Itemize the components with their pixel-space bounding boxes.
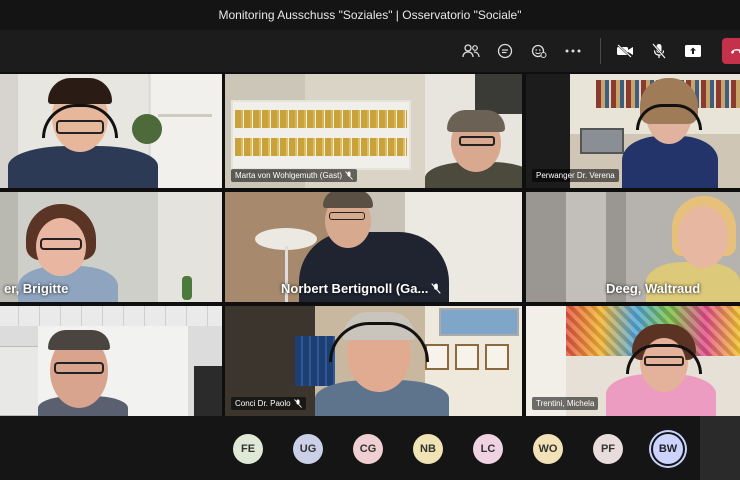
participant-name: Conci Dr. Paolo [231, 397, 306, 410]
more-icon[interactable] [562, 40, 584, 62]
video-grid: Marta von Wohlgemuth (Gast) Perwanger Dr… [0, 72, 740, 416]
roster-avatar-active[interactable]: BW [653, 434, 683, 464]
participant-name: Perwanger Dr. Verena [532, 169, 619, 182]
share-icon[interactable] [682, 40, 704, 62]
roster-avatar[interactable]: CG [353, 434, 383, 464]
title-bar: Monitoring Ausschuss "Soziales" | Osserv… [0, 0, 740, 30]
participant-tile[interactable]: Perwanger Dr. Verena [526, 74, 740, 188]
roster-avatar[interactable]: PF [593, 434, 623, 464]
camera-off-icon[interactable] [614, 40, 636, 62]
participants-icon[interactable] [460, 40, 482, 62]
meeting-title: Monitoring Ausschuss "Soziales" | Osserv… [218, 8, 522, 22]
participant-tile[interactable]: Marta von Wohlgemuth (Gast) [225, 74, 522, 188]
participant-tile[interactable] [0, 74, 222, 188]
mic-off-icon [431, 283, 442, 294]
participant-name: Deeg, Waltraud [606, 281, 701, 296]
mic-off-icon [345, 171, 353, 180]
avatar-initials: CG [359, 443, 377, 455]
avatar-initials: BW [658, 443, 678, 455]
mic-off-icon [293, 399, 302, 408]
participant-tile[interactable]: Conci Dr. Paolo [225, 306, 522, 416]
avatar-initials: NB [420, 443, 436, 455]
roster-avatar[interactable]: UG [293, 434, 323, 464]
participant-roster: FE UG CG NB LC WO PF BW [0, 416, 740, 480]
participant-tile[interactable] [0, 306, 222, 416]
participant-tile[interactable]: Norbert Bertignoll (Ga... [225, 192, 522, 302]
chat-icon[interactable] [494, 40, 516, 62]
roster-avatar[interactable]: LC [473, 434, 503, 464]
participant-tile[interactable]: Deeg, Waltraud [526, 192, 740, 302]
avatar-initials: LC [480, 443, 496, 455]
avatar-initials: UG [299, 443, 317, 455]
participant-name: Norbert Bertignoll (Ga... [281, 281, 442, 296]
toolbar-divider [600, 38, 601, 64]
mic-off-icon[interactable] [648, 40, 670, 62]
participant-name: Marta von Wohlgemuth (Gast) [231, 169, 358, 182]
avatar-initials: FE [240, 443, 256, 455]
participant-tile[interactable]: er, Brigitte [0, 192, 222, 302]
participant-name: er, Brigitte [4, 281, 69, 296]
leave-button[interactable] [722, 38, 740, 64]
participant-name: Trentini, Michela [532, 397, 599, 410]
avatar-initials: PF [600, 443, 616, 455]
meeting-toolbar [0, 30, 740, 72]
participant-tile[interactable]: Trentini, Michela [526, 306, 740, 416]
roster-avatar[interactable]: NB [413, 434, 443, 464]
roster-avatar[interactable]: FE [233, 434, 263, 464]
roster-avatar[interactable]: WO [533, 434, 563, 464]
avatar-initials: WO [538, 443, 558, 455]
roster-scroll-area[interactable] [700, 416, 740, 480]
leave-icon [731, 49, 740, 54]
reactions-icon[interactable] [528, 40, 550, 62]
